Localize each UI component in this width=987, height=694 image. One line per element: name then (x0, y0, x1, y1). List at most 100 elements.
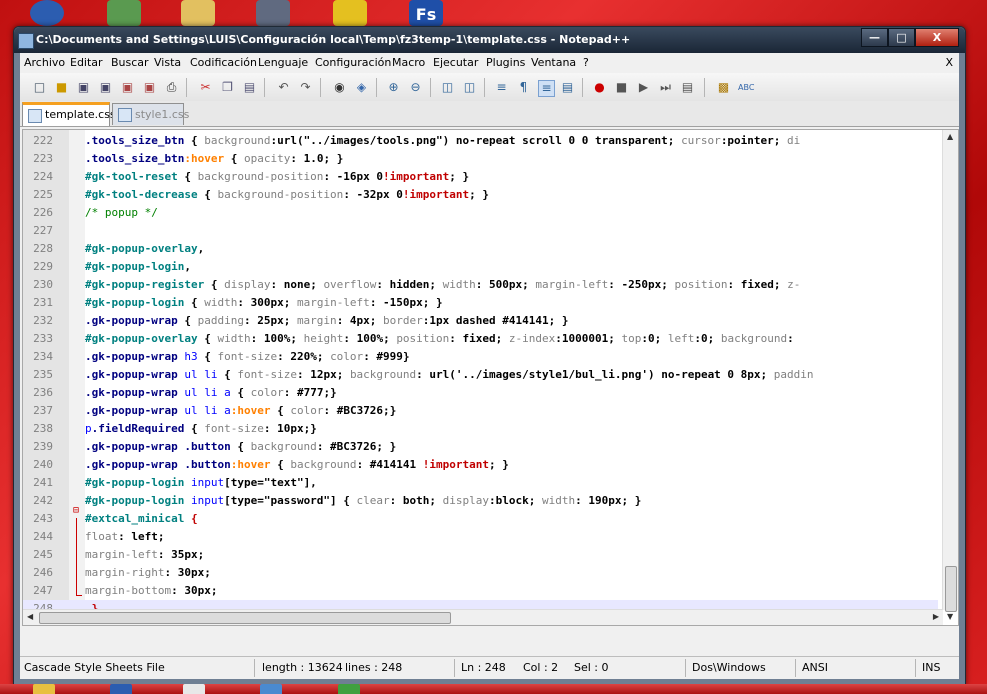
code-line[interactable]: 246 margin-right: 30px; (23, 564, 938, 582)
scroll-left-icon[interactable]: ◀ (27, 612, 33, 621)
code-line[interactable]: 244 float: left; (23, 528, 938, 546)
horizontal-scroll-thumb[interactable] (39, 612, 451, 624)
menu-editar[interactable]: Editar (70, 56, 103, 69)
record-macro-icon[interactable]: ● (592, 80, 607, 95)
fold-collapse-icon[interactable]: ⊟ (73, 505, 79, 516)
zoom-in-icon[interactable]: ⊕ (386, 80, 401, 95)
code-line[interactable]: 228 #gk-popup-overlay, (23, 240, 938, 258)
code-line[interactable]: 227 (23, 222, 938, 240)
menu-vista[interactable]: Vista (154, 56, 181, 69)
save-all-icon[interactable]: ▣ (98, 80, 113, 95)
print-icon[interactable]: ⎙ (164, 80, 179, 95)
taskbar-folder-icon[interactable] (33, 684, 55, 694)
code-line[interactable]: 222 .tools_size_btn { background:url("../… (23, 132, 938, 150)
code-line[interactable]: 235 .gk-popup-wrap ul li { font-size: 12p… (23, 366, 938, 384)
title-bar[interactable]: C:\Documents and Settings\LUIS\Configura… (14, 27, 965, 53)
scroll-right-icon[interactable]: ▶ (933, 612, 939, 621)
open-file-icon[interactable]: ■ (54, 80, 69, 95)
close-all-icon[interactable]: ▣ (142, 80, 157, 95)
code-line[interactable]: 231 #gk-popup-login { width: 300px; margi… (23, 294, 938, 312)
save-macro-icon[interactable]: ▤ (680, 80, 695, 95)
taskbar-app-icon[interactable] (260, 684, 282, 694)
code-line[interactable]: 224 #gk-tool-reset { background-position:… (23, 168, 938, 186)
desktop-icon-lock[interactable] (256, 0, 290, 26)
minimize-button[interactable]: — (861, 28, 888, 47)
code-line[interactable]: 223 .tools_size_btn:hover { opacity: 1.0;… (23, 150, 938, 168)
ftp-icon[interactable]: ▩ (716, 80, 731, 95)
undo-icon[interactable]: ↶ (276, 80, 291, 95)
word-wrap-icon[interactable]: ≡ (494, 80, 509, 95)
line-code: #gk-tool-reset { background-position: -1… (85, 170, 470, 183)
taskbar-chrome-icon[interactable] (338, 684, 360, 694)
code-line[interactable]: 230 #gk-popup-register { display: none; o… (23, 276, 938, 294)
code-line[interactable]: 225 #gk-tool-decrease { background-positi… (23, 186, 938, 204)
code-line[interactable]: 240 .gk-popup-wrap .button:hover { backgr… (23, 456, 938, 474)
code-line[interactable]: 247 margin-bottom: 30px; (23, 582, 938, 600)
code-line[interactable]: 236 .gk-popup-wrap ul li a { color: #777;… (23, 384, 938, 402)
maximize-button[interactable]: □ (888, 28, 915, 47)
taskbar-window-icon[interactable] (183, 684, 205, 694)
menu-buscar[interactable]: Buscar (111, 56, 149, 69)
paste-icon[interactable]: ▤ (242, 80, 257, 95)
menu-lenguaje[interactable]: Lenguaje (258, 56, 308, 69)
sync-h-icon[interactable]: ◫ (462, 80, 477, 95)
play-macro-icon[interactable]: ▶ (636, 80, 651, 95)
show-all-chars-icon[interactable]: ¶ (516, 80, 531, 95)
tab-template-css[interactable]: template.css (22, 102, 116, 126)
menu-codificacion[interactable]: Codificación (190, 56, 257, 69)
menu-macro[interactable]: Macro (392, 56, 425, 69)
line-code: #gk-popup-overlay, (85, 242, 205, 255)
menu-help[interactable]: ? (583, 56, 589, 69)
menu-configuracion[interactable]: Configuración (315, 56, 391, 69)
line-number: 225 (33, 188, 53, 201)
save-icon[interactable]: ▣ (76, 80, 91, 95)
indent-guide-icon[interactable]: ≡ (538, 80, 555, 97)
close-button[interactable]: X (915, 28, 959, 47)
code-line[interactable]: 243 #extcal_minical { (23, 510, 938, 528)
code-line[interactable]: 242 #gk-popup-login input[type="password"… (23, 492, 938, 510)
code-line[interactable]: 238 p.fieldRequired { font-size: 10px;} (23, 420, 938, 438)
code-line[interactable]: 239 .gk-popup-wrap .button { background: … (23, 438, 938, 456)
code-line[interactable]: 233 #gk-popup-overlay { width: 100%; heig… (23, 330, 938, 348)
zoom-out-icon[interactable]: ⊖ (408, 80, 423, 95)
spellcheck-icon[interactable]: ABC (738, 80, 754, 95)
menu-ventana[interactable]: Ventana (531, 56, 576, 69)
code-line[interactable]: 241 #gk-popup-login input[type="text"], (23, 474, 938, 492)
scroll-up-icon[interactable]: ▲ (947, 132, 953, 141)
taskbar-word-icon[interactable] (110, 684, 132, 694)
doc-map-icon[interactable]: ▤ (560, 80, 575, 95)
desktop-icon-recycle[interactable] (107, 0, 141, 26)
desktop-icon-keys[interactable] (333, 0, 367, 26)
code-line[interactable]: 245 margin-left: 35px; (23, 546, 938, 564)
desktop-icon-folder[interactable] (181, 0, 215, 26)
line-number: 244 (33, 530, 53, 543)
scroll-down-icon[interactable]: ▼ (947, 612, 953, 621)
vertical-scrollbar[interactable]: ▲ ▼ (942, 130, 958, 621)
replace-icon[interactable]: ◈ (354, 80, 369, 95)
tab-style1-css[interactable]: style1.css (112, 103, 189, 125)
copy-icon[interactable]: ❐ (220, 80, 235, 95)
code-line[interactable]: 226 /* popup */ (23, 204, 938, 222)
code-line[interactable]: 232 .gk-popup-wrap { padding: 25px; margi… (23, 312, 938, 330)
stop-macro-icon[interactable]: ■ (614, 80, 629, 95)
horizontal-scrollbar[interactable]: ◀ ▶ (23, 609, 943, 625)
new-file-icon[interactable]: □ (32, 80, 47, 95)
desktop-icon-itunes[interactable] (30, 0, 64, 26)
code-line[interactable]: 237 .gk-popup-wrap ul li a:hover { color:… (23, 402, 938, 420)
sync-v-icon[interactable]: ◫ (440, 80, 455, 95)
close-file-icon[interactable]: ▣ (120, 80, 135, 95)
menu-ejecutar[interactable]: Ejecutar (433, 56, 478, 69)
menu-plugins[interactable]: Plugins (486, 56, 525, 69)
run-macro-multiple-icon[interactable]: ⏭ (658, 80, 673, 95)
redo-icon[interactable]: ↷ (298, 80, 313, 95)
vertical-scroll-thumb[interactable] (945, 566, 957, 612)
close-document-icon[interactable]: X (945, 56, 953, 69)
cut-icon[interactable]: ✂ (198, 80, 213, 95)
status-ln: Ln : 248 (461, 661, 506, 674)
desktop-icon-fireworks[interactable]: Fs (409, 0, 443, 26)
code-editor[interactable]: 222 .tools_size_btn { background:url("../… (22, 129, 959, 626)
menu-archivo[interactable]: Archivo (24, 56, 65, 69)
find-icon[interactable]: ◉ (332, 80, 347, 95)
code-line[interactable]: 229 #gk-popup-login, (23, 258, 938, 276)
code-line[interactable]: 234 .gk-popup-wrap h3 { font-size: 220%; … (23, 348, 938, 366)
